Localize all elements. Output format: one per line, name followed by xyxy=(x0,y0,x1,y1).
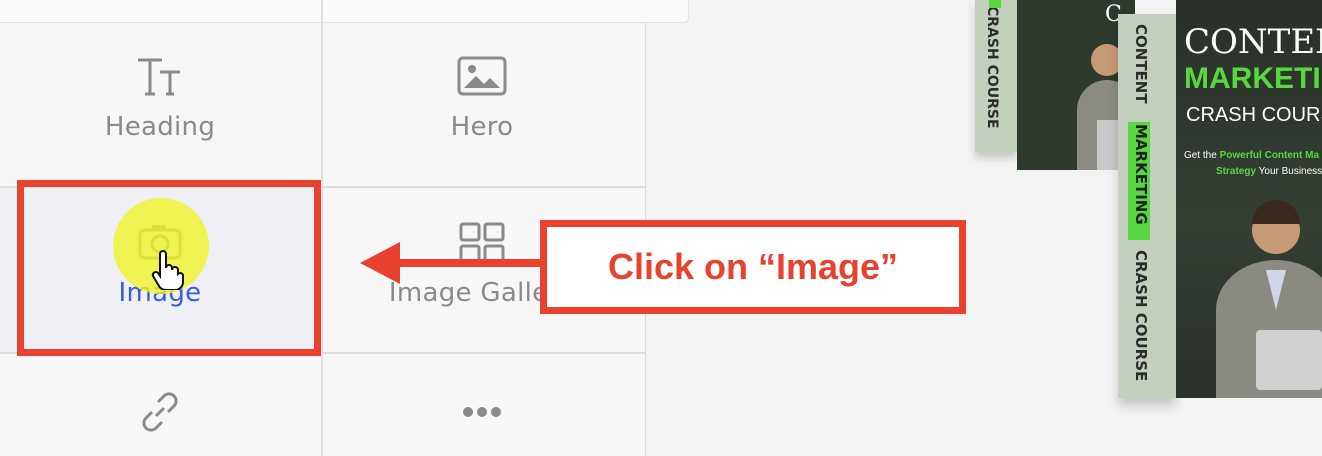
product-box-front: CONTENT MARKETING CRASH COURSE CONTEN MA… xyxy=(1118,0,1322,410)
cover-tagline-text: Get the xyxy=(1184,150,1217,161)
block-hero[interactable]: Hero xyxy=(322,52,642,142)
annotation-callout: Click on “Image” xyxy=(540,220,966,314)
block-heading-label: Heading xyxy=(104,112,216,142)
product-box-back: CRASH COURSE C xyxy=(975,0,1137,180)
product-box-spine: CONTENT MARKETING CRASH COURSE xyxy=(1118,14,1176,398)
cover-tagline: Get the Powerful Content Ma xyxy=(1184,150,1319,161)
cover-tagline: Strategy Your Business Ne xyxy=(1216,166,1322,177)
image-icon xyxy=(456,52,508,100)
spine-accent xyxy=(989,0,1001,8)
spine-title: CONTENT xyxy=(1132,24,1150,104)
panel-top-bar xyxy=(0,0,689,23)
annotation-highlight-box xyxy=(17,180,321,356)
more-icon xyxy=(456,386,508,434)
cover-tagline-bold: Powerful Content Ma xyxy=(1219,150,1320,161)
presenter-photo xyxy=(1216,200,1322,398)
cover-tagline-bold: Strategy xyxy=(1216,166,1257,177)
product-box-spine: CRASH COURSE xyxy=(975,0,1017,152)
block-more[interactable] xyxy=(322,386,642,446)
heading-icon xyxy=(134,52,186,100)
product-box-cover: CONTEN MARKETIN CRASH COURS Get the Powe… xyxy=(1176,0,1322,398)
cover-title-green: MARKETIN xyxy=(1184,62,1322,95)
callout-text: Click on “Image” xyxy=(607,246,899,287)
block-heading[interactable]: Heading xyxy=(0,52,320,142)
annotation-arrow xyxy=(396,259,546,267)
spine-text: CRASH COURSE xyxy=(984,6,1000,129)
cover-subtitle: CRASH COURS xyxy=(1186,104,1322,126)
block-hero-label: Hero xyxy=(450,112,514,142)
block-link[interactable] xyxy=(0,386,320,446)
arrow-left-icon xyxy=(360,242,400,284)
link-icon xyxy=(134,386,186,434)
spine-green-text: MARKETING xyxy=(1132,124,1150,225)
spine-subtitle: CRASH COURSE xyxy=(1132,250,1150,382)
cover-tagline-text: Your Business Ne xyxy=(1258,166,1322,177)
cover-title: CONTEN xyxy=(1184,22,1322,62)
